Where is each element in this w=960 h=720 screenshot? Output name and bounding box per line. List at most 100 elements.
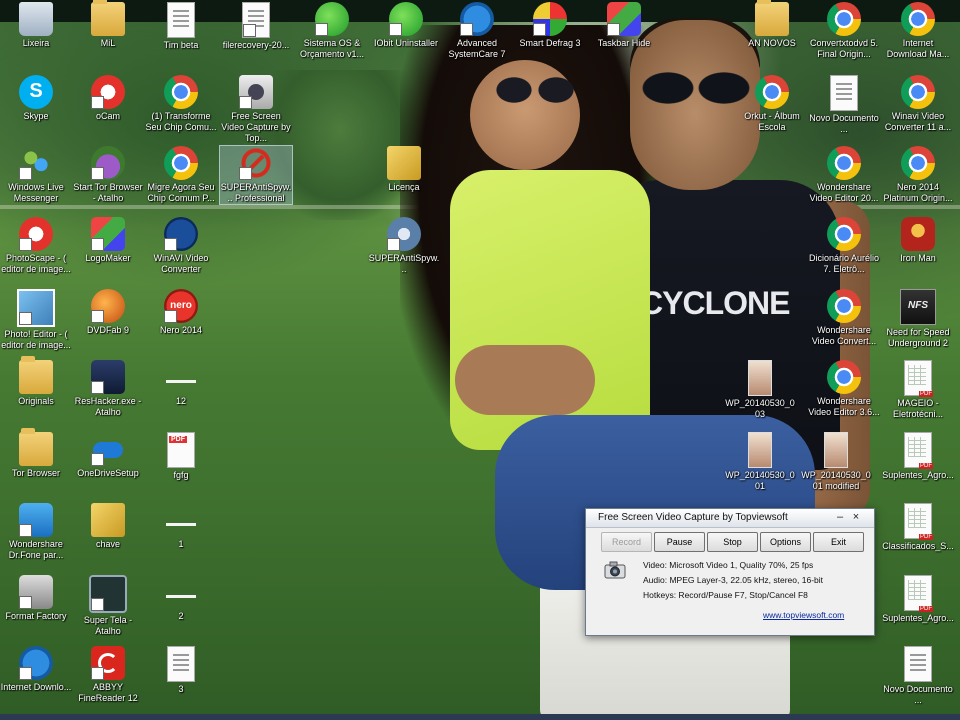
desktop-icon[interactable]: Taskbar Hide [588, 2, 660, 49]
tor-icon [91, 146, 125, 180]
document-icon [904, 646, 932, 682]
desktop-icon[interactable]: WinAVI Video Converter [145, 217, 217, 275]
chrome-icon [901, 146, 935, 180]
desktop-icon[interactable]: Tim beta [145, 2, 217, 51]
desktop-icon[interactable]: Iron Man [882, 217, 954, 264]
desktop-icon[interactable]: Suplentes_Agro... [882, 575, 954, 624]
desktop-icon[interactable]: Winavi Video Converter 11 a... [882, 75, 954, 133]
desktop-icon[interactable]: Licença [368, 146, 440, 193]
desktop-icon[interactable]: LogoMaker [72, 217, 144, 264]
desktop-icon-label: Iron Man [900, 253, 936, 263]
desktop-icon-label: Smart Defrag 3 [519, 38, 581, 48]
desktop-icon[interactable]: ABBYY FineReader 12 [72, 646, 144, 704]
desktop-icon[interactable]: Suplentes_Agro... [882, 432, 954, 481]
desktop-icon[interactable]: Internet Download Ma... [882, 2, 954, 60]
ocam-icon [91, 75, 125, 109]
desktop-icon[interactable]: Migre Agora Seu Chip Comum P... [145, 146, 217, 204]
document-icon [167, 2, 195, 38]
folder-icon [91, 0, 125, 36]
desktop-icon[interactable]: MAGEIO - Eletrotécni... [882, 360, 954, 420]
desktop-icon[interactable]: Wondershare Video Editor 20... [808, 146, 880, 204]
exit-button[interactable]: Exit [813, 532, 864, 552]
pdf-document-icon [904, 575, 933, 612]
desktop-icon-label: WP_20140530_003 [725, 398, 795, 419]
taskbar[interactable] [0, 714, 960, 720]
options-button[interactable]: Options [760, 532, 811, 552]
recycle-bin-icon [19, 2, 53, 36]
desktop-icon[interactable]: ResHacker.exe - Atalho [72, 360, 144, 418]
desktop-icon[interactable]: Internet Downlo... [0, 646, 72, 693]
desktop-icon[interactable]: Convertxtodvd 5. Final Origin... [808, 2, 880, 60]
abbyy-icon [91, 646, 125, 680]
desktop-icon[interactable]: SUPERAntiSpyw... [368, 217, 440, 275]
topviewsoft-link[interactable]: www.topviewsoft.com [763, 610, 844, 620]
stop-button[interactable]: Stop [707, 532, 758, 552]
desktop-icon[interactable]: Free Screen Video Capture by Top... [220, 75, 292, 144]
desktop-icon[interactable]: Nero 2014 Platinum Origin... [882, 146, 954, 204]
desktop-icon[interactable]: DVDFab 9 [72, 289, 144, 336]
desktop-icon[interactable]: Skype [0, 75, 72, 122]
desktop-icon[interactable]: Windows Live Messenger [0, 146, 72, 204]
document-icon [242, 2, 270, 38]
chrome-icon [164, 146, 198, 180]
desktop-icon[interactable]: Super Tela - Atalho [72, 575, 144, 637]
desktop-icon[interactable]: Wondershare Dr.Fone par... [0, 503, 72, 561]
desktop-icon[interactable]: SUPERAntiSpyw... Professional [219, 145, 293, 205]
chrome-icon [827, 289, 861, 323]
desktop-icon[interactable]: Novo Documento ... [808, 75, 880, 135]
photoscape-icon [19, 217, 53, 251]
desktop-icon[interactable]: 2 [145, 575, 217, 622]
desktop-icon[interactable]: IObit Uninstaller [370, 2, 442, 49]
desktop-icon[interactable]: OneDriveSetup [72, 432, 144, 479]
desktop-icon[interactable]: Need for Speed Underground 2 [882, 289, 954, 349]
desktop-icon[interactable]: MiL [72, 0, 144, 49]
desktop-icon[interactable]: Tor Browser [0, 428, 72, 479]
pause-button[interactable]: Pause [654, 532, 705, 552]
desktop-icon[interactable]: Advanced SystemCare 7 [441, 2, 513, 60]
capture-window-titlebar[interactable]: Free Screen Video Capture by Topviewsoft… [586, 509, 874, 528]
desktop-icon[interactable]: Start Tor Browser - Atalho [72, 146, 144, 204]
desktop-icon[interactable]: 3 [145, 646, 217, 695]
desktop-icon-label: IObit Uninstaller [373, 38, 439, 48]
desktop-icon[interactable]: Wondershare Video Editor 3.6... [808, 360, 880, 418]
desktop-icon[interactable]: oCam [72, 75, 144, 122]
desktop-icon[interactable]: Originals [0, 356, 72, 407]
desktop-icon[interactable]: Wondershare Video Convert... [808, 289, 880, 347]
key-icon [91, 503, 125, 537]
desktop-icon[interactable]: 12 [145, 360, 217, 407]
record-button[interactable]: Record [601, 532, 652, 552]
desktop-icon-label: Advanced SystemCare 7 [448, 38, 506, 59]
desktop-icon[interactable]: AN NOVOS [736, 0, 808, 49]
desktop-icon[interactable]: Dicionário Aurélio 7. Eletrô... [808, 217, 880, 275]
dvdfab-icon [91, 289, 125, 323]
desktop-icon[interactable]: Photo! Editor - ( editor de image... [0, 289, 72, 351]
desktop-icon[interactable]: chave [72, 503, 144, 550]
desktop-icon[interactable]: (1) Transforme Seu Chip Comu... [145, 75, 217, 133]
desktop-icon[interactable]: WP_20140530_001 modified [800, 432, 872, 492]
desktop-icon[interactable]: 1 [145, 503, 217, 550]
pdf-document-icon [904, 360, 933, 397]
desktop-icon[interactable]: PhotoScape - ( editor de image... [0, 217, 72, 275]
desktop-icon[interactable]: Format Factory [0, 575, 72, 622]
desktop-icon-label: Start Tor Browser - Atalho [73, 182, 143, 203]
desktop-icon[interactable]: filerecovery-20... [220, 2, 292, 51]
desktop-icon[interactable]: Lixeira [0, 2, 72, 49]
desktop-icon-label: Nero 2014 Platinum Origin... [883, 182, 953, 203]
close-button[interactable]: × [849, 511, 863, 524]
desktop-icon-label: Skype [23, 111, 49, 121]
desktop-icon[interactable]: Smart Defrag 3 [514, 2, 586, 49]
desktop-icon[interactable]: Classificados_S... [882, 503, 954, 552]
desktop-icon[interactable]: Nero 2014 [145, 289, 217, 336]
minimize-button[interactable]: – [833, 511, 847, 524]
desktop-icon[interactable]: WP_20140530_001 [724, 432, 796, 492]
desktop-icon[interactable]: WP_20140530_003 [724, 360, 796, 420]
desktop-icon[interactable]: Novo Documento ... [882, 646, 954, 706]
chrome-icon [827, 146, 861, 180]
desktop-icon[interactable]: Sistema OS & Orçamento v1... [296, 2, 368, 60]
desktop-icon[interactable]: fgfg [145, 432, 217, 481]
chrome-icon [827, 2, 861, 36]
desktop-icon[interactable]: Orkut - Álbum Escola [736, 75, 808, 133]
desktop-icon-label: 12 [175, 396, 186, 406]
desktop-icon-label: Wondershare Video Editor 3.6... [808, 396, 880, 417]
folder-icon [19, 356, 53, 394]
